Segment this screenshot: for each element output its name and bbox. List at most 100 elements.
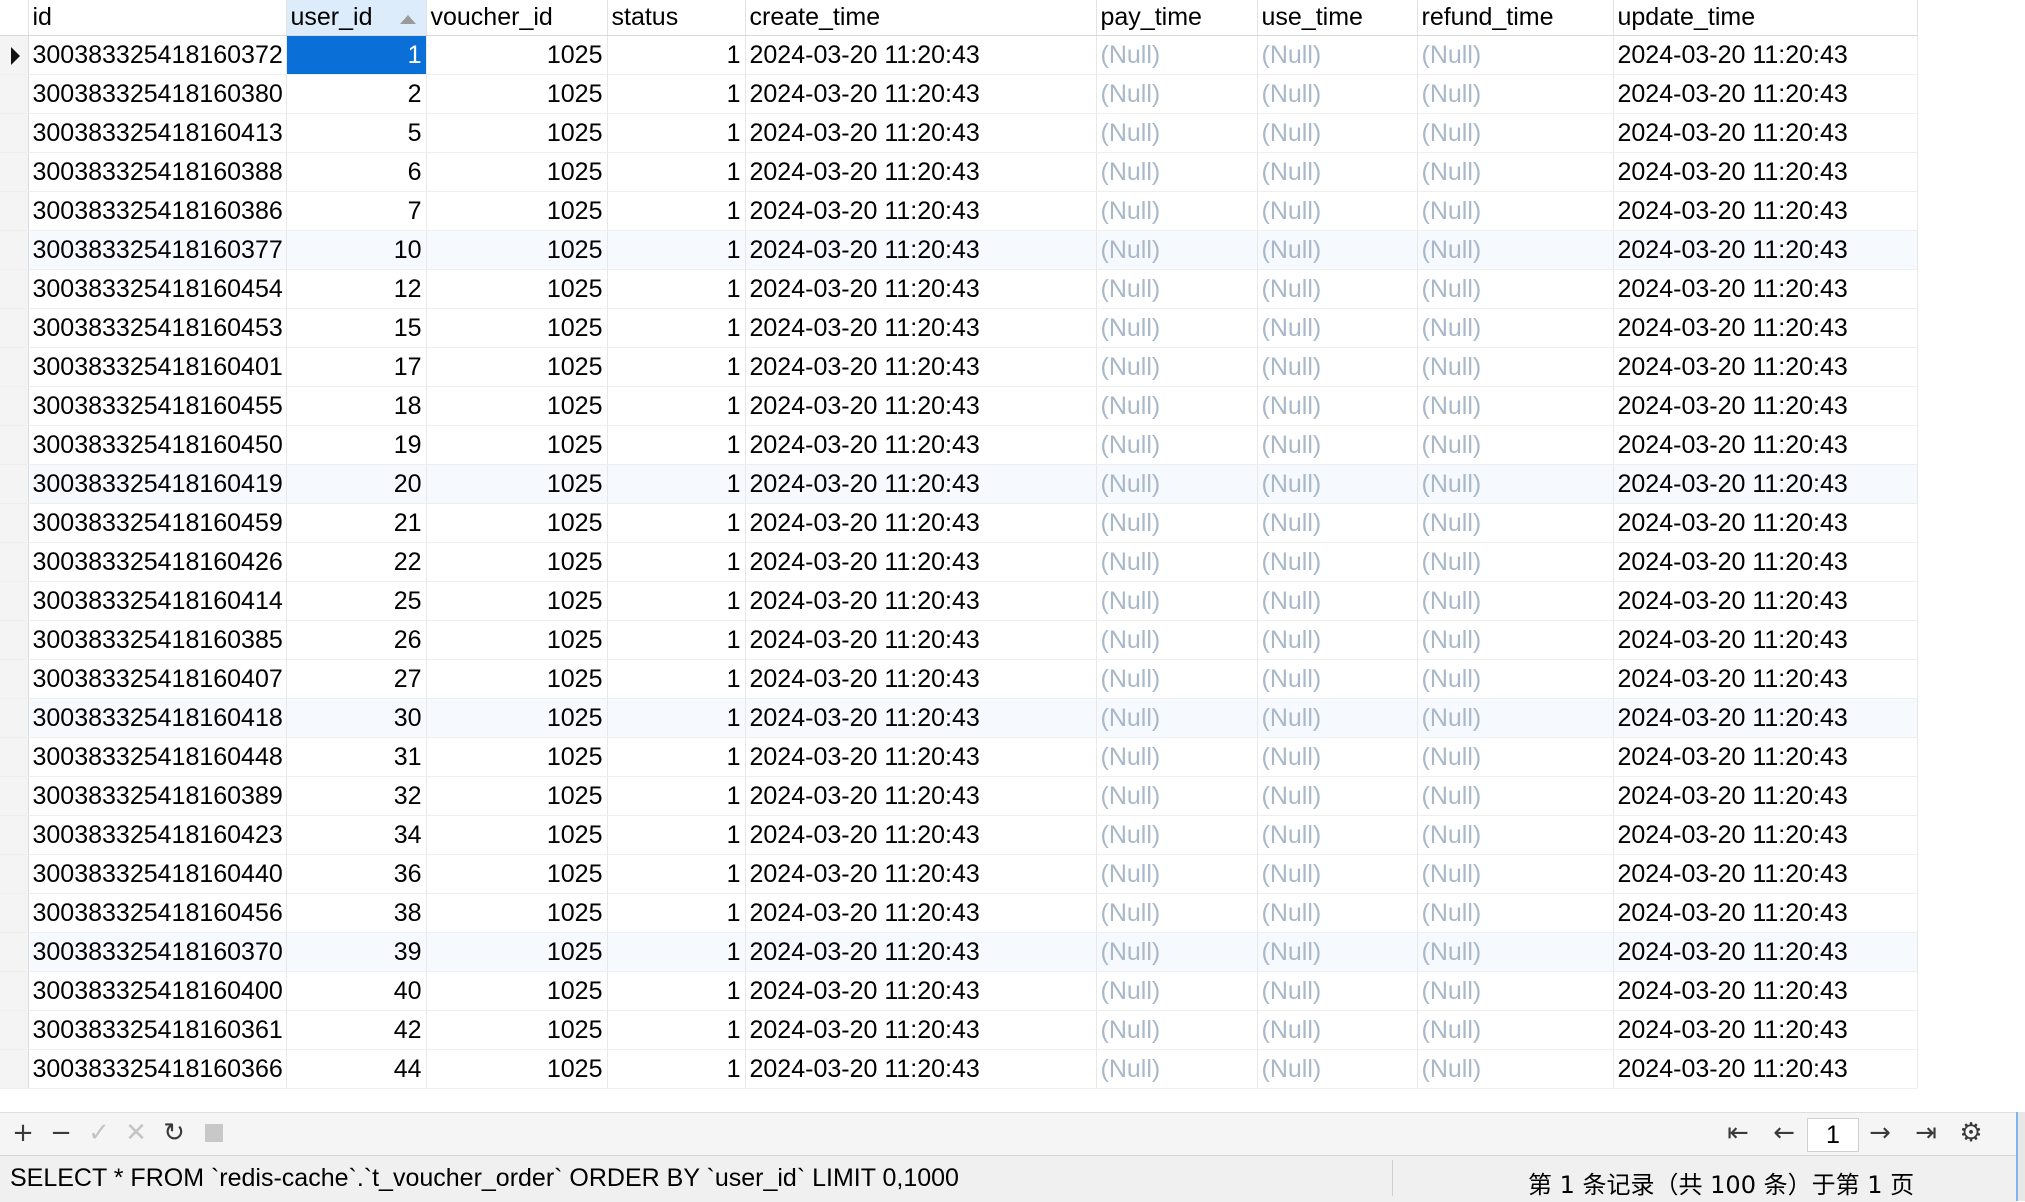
cell-voucher-id[interactable]: 1025 bbox=[426, 659, 608, 699]
cell-refund-time[interactable]: (Null) bbox=[1417, 308, 1614, 348]
cell-refund-time[interactable]: (Null) bbox=[1417, 893, 1614, 933]
cell-user-id[interactable]: 38 bbox=[286, 893, 427, 933]
cell-voucher-id[interactable]: 1025 bbox=[426, 1010, 608, 1050]
row-selector[interactable] bbox=[0, 815, 29, 855]
cell-user-id[interactable]: 44 bbox=[286, 1049, 427, 1089]
cell-status[interactable]: 1 bbox=[607, 230, 746, 270]
table-row[interactable]: 300383325418160414 25 1025 1 2024-03-20 11:2… bbox=[0, 581, 1918, 621]
cell-voucher-id[interactable]: 1025 bbox=[426, 308, 608, 348]
cell-update-time[interactable]: 2024-03-20 11:20:43 bbox=[1613, 503, 1918, 543]
cell-use-time[interactable]: (Null) bbox=[1257, 542, 1418, 582]
row-selector[interactable] bbox=[0, 347, 29, 387]
cell-status[interactable]: 1 bbox=[607, 308, 746, 348]
cell-id[interactable]: 300383325418160419 bbox=[28, 464, 287, 504]
prev-page-icon[interactable]: ← bbox=[1768, 1117, 1800, 1149]
cell-id[interactable]: 300383325418160455 bbox=[28, 386, 287, 426]
cell-id[interactable]: 300383325418160377 bbox=[28, 230, 287, 270]
row-selector[interactable] bbox=[0, 386, 29, 426]
cell-use-time[interactable]: (Null) bbox=[1257, 659, 1418, 699]
cell-id[interactable]: 300383325418160426 bbox=[28, 542, 287, 582]
table-row[interactable]: 300383325418160401 17 1025 1 2024-03-20 11:2… bbox=[0, 347, 1918, 387]
row-selector[interactable] bbox=[0, 113, 29, 153]
cell-refund-time[interactable]: (Null) bbox=[1417, 932, 1614, 972]
cell-update-time[interactable]: 2024-03-20 11:20:43 bbox=[1613, 386, 1918, 426]
row-selector[interactable] bbox=[0, 776, 29, 816]
table-row[interactable]: 300383325418160453 15 1025 1 2024-03-20 11:2… bbox=[0, 308, 1918, 348]
cell-update-time[interactable]: 2024-03-20 11:20:43 bbox=[1613, 854, 1918, 894]
cell-status[interactable]: 1 bbox=[607, 659, 746, 699]
cell-pay-time[interactable]: (Null) bbox=[1096, 269, 1258, 309]
cell-create-time[interactable]: 2024-03-20 11:20:43 bbox=[745, 1010, 1097, 1050]
cell-pay-time[interactable]: (Null) bbox=[1096, 737, 1258, 777]
cell-use-time[interactable]: (Null) bbox=[1257, 737, 1418, 777]
cell-update-time[interactable]: 2024-03-20 11:20:43 bbox=[1613, 659, 1918, 699]
cell-pay-time[interactable]: (Null) bbox=[1096, 1049, 1258, 1089]
cell-refund-time[interactable]: (Null) bbox=[1417, 737, 1614, 777]
cell-use-time[interactable]: (Null) bbox=[1257, 347, 1418, 387]
cell-pay-time[interactable]: (Null) bbox=[1096, 698, 1258, 738]
cell-create-time[interactable]: 2024-03-20 11:20:43 bbox=[745, 659, 1097, 699]
cell-use-time[interactable]: (Null) bbox=[1257, 893, 1418, 933]
row-selector[interactable] bbox=[0, 308, 29, 348]
cell-pay-time[interactable]: (Null) bbox=[1096, 347, 1258, 387]
cell-user-id[interactable]: 5 bbox=[286, 113, 427, 153]
cell-status[interactable]: 1 bbox=[607, 581, 746, 621]
cell-user-id[interactable]: 1 bbox=[286, 35, 427, 75]
cell-voucher-id[interactable]: 1025 bbox=[426, 971, 608, 1011]
cell-voucher-id[interactable]: 1025 bbox=[426, 464, 608, 504]
cell-status[interactable]: 1 bbox=[607, 854, 746, 894]
cell-id[interactable]: 300383325418160366 bbox=[28, 1049, 287, 1089]
cell-use-time[interactable]: (Null) bbox=[1257, 854, 1418, 894]
cell-use-time[interactable]: (Null) bbox=[1257, 230, 1418, 270]
cell-voucher-id[interactable]: 1025 bbox=[426, 854, 608, 894]
cell-voucher-id[interactable]: 1025 bbox=[426, 191, 608, 231]
cell-pay-time[interactable]: (Null) bbox=[1096, 971, 1258, 1011]
cell-create-time[interactable]: 2024-03-20 11:20:43 bbox=[745, 1049, 1097, 1089]
cell-create-time[interactable]: 2024-03-20 11:20:43 bbox=[745, 74, 1097, 114]
cell-id[interactable]: 300383325418160385 bbox=[28, 620, 287, 660]
cell-id[interactable]: 300383325418160407 bbox=[28, 659, 287, 699]
table-row[interactable]: 300383325418160419 20 1025 1 2024-03-20 11:2… bbox=[0, 464, 1918, 504]
row-selector[interactable] bbox=[0, 152, 29, 192]
cell-user-id[interactable]: 34 bbox=[286, 815, 427, 855]
cell-user-id[interactable]: 31 bbox=[286, 737, 427, 777]
cell-pay-time[interactable]: (Null) bbox=[1096, 230, 1258, 270]
table-row[interactable]: 300383325418160455 18 1025 1 2024-03-20 11:2… bbox=[0, 386, 1918, 426]
column-header-id[interactable]: id bbox=[28, 0, 287, 36]
cell-user-id[interactable]: 15 bbox=[286, 308, 427, 348]
cell-create-time[interactable]: 2024-03-20 11:20:43 bbox=[745, 776, 1097, 816]
table-row[interactable]: 300383325418160426 22 1025 1 2024-03-20 11:2… bbox=[0, 542, 1918, 582]
first-page-icon[interactable]: ⇤ bbox=[1722, 1117, 1754, 1149]
cell-create-time[interactable]: 2024-03-20 11:20:43 bbox=[745, 386, 1097, 426]
cell-pay-time[interactable]: (Null) bbox=[1096, 932, 1258, 972]
row-selector[interactable] bbox=[0, 542, 29, 582]
cell-refund-time[interactable]: (Null) bbox=[1417, 620, 1614, 660]
cell-refund-time[interactable]: (Null) bbox=[1417, 659, 1614, 699]
cell-use-time[interactable]: (Null) bbox=[1257, 815, 1418, 855]
cell-create-time[interactable]: 2024-03-20 11:20:43 bbox=[745, 464, 1097, 504]
cell-refund-time[interactable]: (Null) bbox=[1417, 698, 1614, 738]
cell-update-time[interactable]: 2024-03-20 11:20:43 bbox=[1613, 893, 1918, 933]
cell-refund-time[interactable]: (Null) bbox=[1417, 854, 1614, 894]
row-selector[interactable] bbox=[0, 269, 29, 309]
column-header-pay-time[interactable]: pay_time bbox=[1096, 0, 1258, 36]
cell-update-time[interactable]: 2024-03-20 11:20:43 bbox=[1613, 698, 1918, 738]
cell-id[interactable]: 300383325418160361 bbox=[28, 1010, 287, 1050]
cell-create-time[interactable]: 2024-03-20 11:20:43 bbox=[745, 35, 1097, 75]
table-row[interactable]: 300383325418160361 42 1025 1 2024-03-20 11:2… bbox=[0, 1010, 1918, 1050]
cell-user-id[interactable]: 19 bbox=[286, 425, 427, 465]
cell-refund-time[interactable]: (Null) bbox=[1417, 1049, 1614, 1089]
cell-update-time[interactable]: 2024-03-20 11:20:43 bbox=[1613, 1010, 1918, 1050]
cell-user-id[interactable]: 40 bbox=[286, 971, 427, 1011]
row-selector[interactable] bbox=[0, 1049, 29, 1089]
cell-update-time[interactable]: 2024-03-20 11:20:43 bbox=[1613, 1049, 1918, 1089]
cell-update-time[interactable]: 2024-03-20 11:20:43 bbox=[1613, 581, 1918, 621]
cell-voucher-id[interactable]: 1025 bbox=[426, 74, 608, 114]
cell-use-time[interactable]: (Null) bbox=[1257, 425, 1418, 465]
cell-refund-time[interactable]: (Null) bbox=[1417, 113, 1614, 153]
table-row[interactable]: 300383325418160388 6 1025 1 2024-03-20 11:20… bbox=[0, 152, 1918, 192]
cell-voucher-id[interactable]: 1025 bbox=[426, 503, 608, 543]
cell-pay-time[interactable]: (Null) bbox=[1096, 815, 1258, 855]
cell-status[interactable]: 1 bbox=[607, 1010, 746, 1050]
cell-id[interactable]: 300383325418160440 bbox=[28, 854, 287, 894]
